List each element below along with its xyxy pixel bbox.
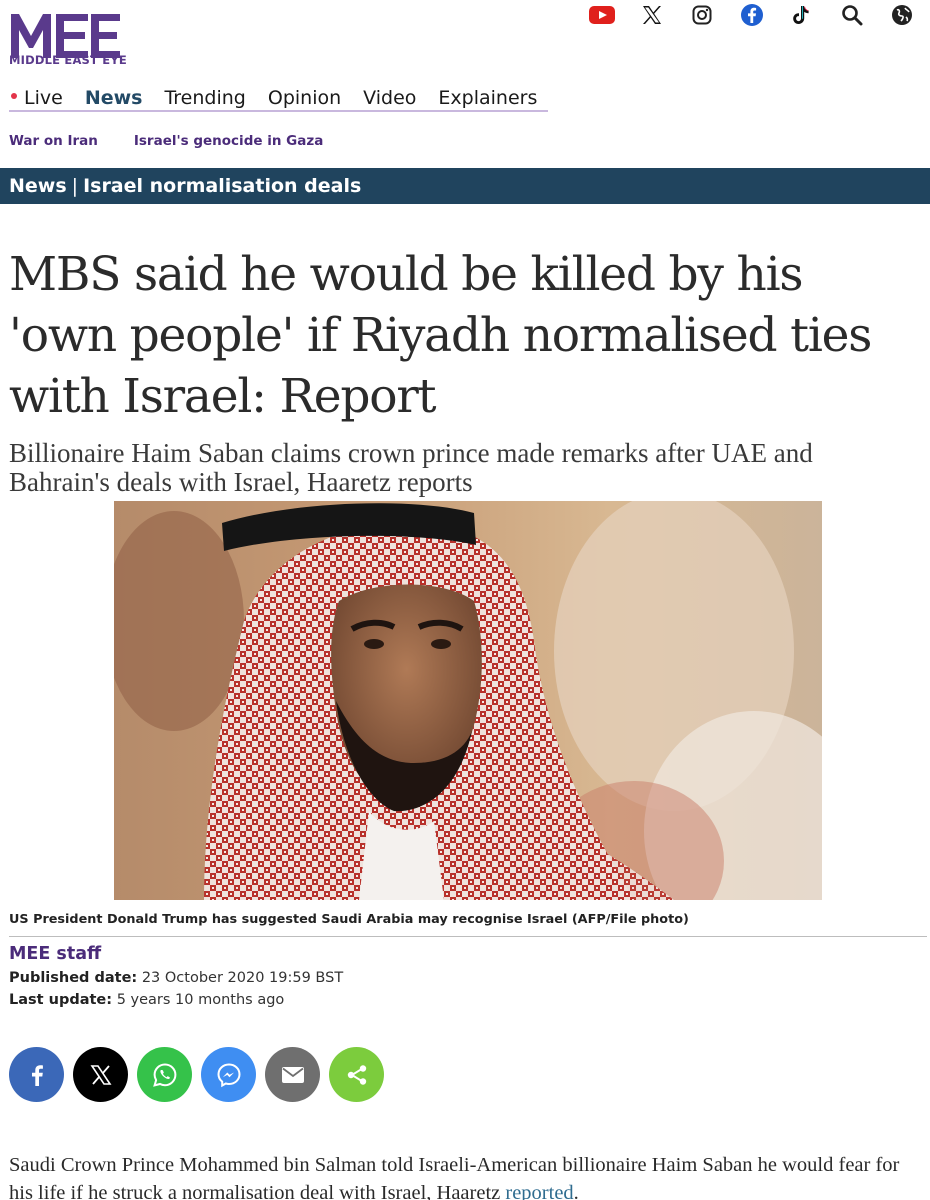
instagram-icon[interactable]	[682, 3, 722, 27]
messenger-icon	[216, 1062, 241, 1087]
nav-item-opinion[interactable]: Opinion	[256, 84, 353, 112]
tiktok-icon[interactable]	[782, 3, 822, 27]
topic-link-gaza[interactable]: Israel's genocide in Gaza	[134, 133, 323, 149]
social-links	[582, 3, 922, 27]
nav-item-explainers[interactable]: Explainers	[427, 84, 549, 112]
main-nav: Live News Trending Opinion Video Explain…	[9, 84, 549, 112]
body-text: Saudi Crown Prince Mohammed bin Salman t…	[9, 1154, 900, 1200]
facebook-share-button[interactable]	[9, 1047, 64, 1102]
crown-prince-photo	[114, 501, 822, 900]
caption-divider	[9, 936, 927, 937]
nav-item-video[interactable]: Video	[352, 84, 428, 112]
article-photo[interactable]	[114, 501, 822, 900]
published-value: 23 October 2020 19:59 BST	[141, 970, 344, 986]
facebook-icon[interactable]	[732, 3, 772, 27]
nav-label: Live	[24, 87, 63, 109]
breadcrumb-topic[interactable]: Israel normalisation deals	[83, 175, 361, 197]
globe-icon[interactable]	[882, 3, 922, 27]
body-text-end: .	[573, 1182, 579, 1200]
author-link[interactable]: MEE staff	[9, 944, 101, 964]
nav-item-trending[interactable]: Trending	[153, 84, 257, 112]
x-share-button[interactable]	[73, 1047, 128, 1102]
breadcrumb-separator: |	[71, 175, 79, 197]
trending-topics: War on Iran Israel's genocide in Gaza	[9, 133, 323, 149]
topic-link-war-on-iran[interactable]: War on Iran	[9, 133, 98, 149]
article-body-paragraph: Saudi Crown Prince Mohammed bin Salman t…	[9, 1151, 924, 1200]
messenger-share-button[interactable]	[201, 1047, 256, 1102]
search-icon[interactable]	[832, 3, 872, 27]
share-button[interactable]	[329, 1047, 384, 1102]
published-date: Published date: 23 October 2020 19:59 BS…	[9, 970, 343, 986]
x-icon	[90, 1064, 111, 1085]
email-share-button[interactable]	[265, 1047, 320, 1102]
article-standfirst: Billionaire Haim Saban claims crown prin…	[9, 438, 813, 497]
share-buttons	[9, 1047, 384, 1102]
whatsapp-icon	[152, 1062, 176, 1087]
section-breadcrumb: News | Israel normalisation deals	[0, 168, 930, 204]
facebook-icon	[31, 1064, 43, 1086]
youtube-icon[interactable]	[582, 3, 622, 27]
nav-item-news[interactable]: News	[73, 84, 154, 112]
photo-caption: US President Donald Trump has suggested …	[9, 912, 689, 927]
published-label: Published date:	[9, 970, 138, 986]
updated-value: 5 years 10 months ago	[116, 992, 285, 1008]
brand-name: MIDDLE EAST EYE	[9, 53, 127, 67]
whatsapp-share-button[interactable]	[137, 1047, 192, 1102]
share-icon	[347, 1064, 366, 1085]
updated-label: Last update:	[9, 992, 113, 1008]
live-dot-icon	[11, 92, 17, 99]
last-update: Last update: 5 years 10 months ago	[9, 992, 284, 1008]
email-icon	[281, 1066, 304, 1083]
nav-item-live[interactable]: Live	[9, 84, 74, 112]
haaretz-report-link[interactable]: reported	[505, 1182, 573, 1200]
article-headline: MBS said he would be killed by his 'own …	[9, 247, 872, 424]
x-icon[interactable]	[632, 3, 672, 27]
breadcrumb-category[interactable]: News	[9, 175, 67, 197]
